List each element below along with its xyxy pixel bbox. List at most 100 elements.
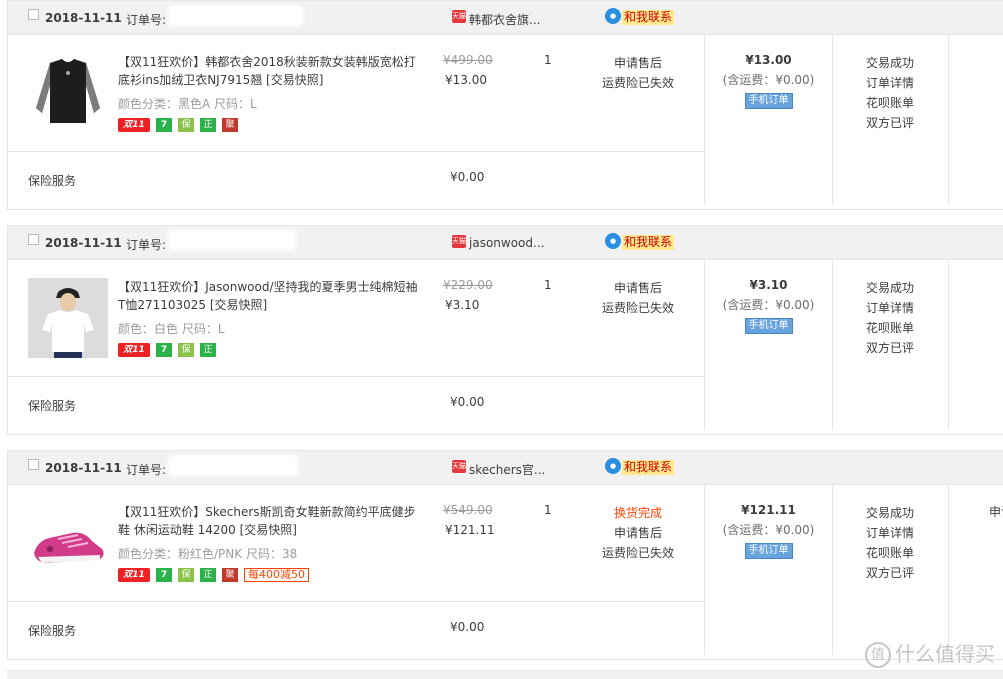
product-thumbnail[interactable] [28,278,108,358]
authentic-icon: 正 [200,568,216,582]
order-number-label: 订单号: [126,238,167,252]
seven-day-return-icon: 7 [156,118,172,132]
guarantee-icon: 保 [178,568,194,582]
order-number-label: 订单号: [126,463,167,477]
product-attributes: 颜色：白色 尺码：L [118,322,225,336]
order-date: 2018-11-11 [45,236,122,250]
shipping-fee: (含运费：¥0.00) [722,73,815,87]
order-header: 2018-11-11 订单号: 天猫 skechers官... ● 和我联系 [8,451,1003,485]
order-total-column: ¥3.10 (含运费：¥0.00) 手机订单 [704,260,832,430]
exchange-complete-status: 换货完成 [613,506,662,520]
insurance-service-row: 保险服务 ¥0.00 [8,377,704,429]
seven-day-return-icon: 7 [156,343,172,357]
order-total: ¥121.11 [741,503,796,517]
order-operation-column [948,35,1003,205]
shop-name-link[interactable]: 韩都衣舍旗... [469,11,540,28]
double11-badge-icon: 双11 [118,568,150,582]
contact-seller-link[interactable]: 和我联系 [622,10,675,25]
original-price: ¥229.00 [443,278,493,292]
mobile-order-badge: 手机订单 [744,318,793,334]
product-attributes: 颜色分类：黑色A 尺码：L [118,97,257,111]
juhuasuan-icon: 聚 [222,118,238,132]
after-sale-actions: 申请售后 运费险已失效 [598,278,678,318]
shipping-insurance-status: 运费险已失效 [601,301,674,315]
guarantee-icon: 保 [178,118,194,132]
double11-badge-icon: 双11 [118,118,150,132]
product-title-link[interactable]: 【双11狂欢价】Jasonwood/坚持我的夏季男士纯棉短袖T恤27110302… [118,278,418,314]
product-attributes: 颜色分类：粉红色/PNK 尺码：38 [118,547,298,561]
order-item-row: 【双11狂欢价】Jasonwood/坚持我的夏季男士纯棉短袖T恤27110302… [8,260,704,377]
product-thumbnail[interactable] [28,503,108,583]
product-title-link[interactable]: 【双11狂欢价】韩都衣舍2018秋装新款女装韩版宽松打底衫ins加绒卫衣NJ79… [118,53,418,89]
order-header: 2018-11-11 订单号: 天猫 jasonwood... ● 和我联系 [8,226,1003,260]
insurance-service-price: ¥0.00 [450,395,485,409]
product-title-link[interactable]: 【双11狂欢价】Skechers斯凯奇女鞋新款简约平底健步鞋 休闲运动鞋 142… [118,503,418,539]
shop-name-link[interactable]: jasonwood... [469,236,544,250]
quantity: 1 [544,503,552,517]
product-tags: 双11 7 保正聚 [118,118,244,134]
unit-price: ¥121.11 [445,523,495,537]
order-total-column: ¥13.00 (含运费：¥0.00) 手机订单 [704,35,832,205]
operation-link[interactable]: 申请 [989,503,1003,520]
order-operation-column: 申请 [948,485,1003,655]
shipping-insurance-status: 运费险已失效 [601,546,674,560]
insurance-service-row: 保险服务 ¥0.00 [8,152,704,204]
product-tags: 双11 7 保正聚每400减50 [118,568,315,584]
shop-name-link[interactable]: skechers官... [469,461,545,478]
order-number-label: 订单号: [126,13,167,27]
order-header: 2018-11-11 订单号: 天猫 韩都衣舍旗... ● 和我联系 [8,1,1003,35]
order-checkbox[interactable] [28,9,39,20]
original-price: ¥499.00 [443,53,493,67]
redacted-order-number [168,455,298,476]
order-checkbox[interactable] [28,459,39,470]
contact-seller-link[interactable]: 和我联系 [622,235,675,250]
authentic-icon: 正 [200,343,216,357]
contact-seller-link[interactable]: 和我联系 [622,460,675,475]
product-tags: 双11 7 保正 [118,343,222,359]
mobile-order-badge: 手机订单 [744,93,793,109]
watermark-text: 什么值得买 [895,641,995,666]
product-thumbnail[interactable] [28,53,108,133]
order-date: 2018-11-11 [45,461,122,475]
juhuasuan-icon: 聚 [222,568,238,582]
after-sale-actions: 换货完成 申请售后 运费险已失效 [598,503,678,563]
order-item-row: 【双11狂欢价】韩都衣舍2018秋装新款女装韩版宽松打底衫ins加绒卫衣NJ79… [8,35,704,152]
authentic-icon: 正 [200,118,216,132]
mobile-order-badge: 手机订单 [744,543,793,559]
wangwang-chat-icon[interactable]: ● [605,8,621,24]
after-sale-actions: 申请售后 运费险已失效 [598,53,678,93]
original-price: ¥549.00 [443,503,493,517]
wangwang-chat-icon[interactable]: ● [605,233,621,249]
order-status-column: 交易成功 订单详情 花呗账单 双方已评 [832,485,948,655]
order-item-row: 【双11狂欢价】Skechers斯凯奇女鞋新款简约平底健步鞋 休闲运动鞋 142… [8,485,704,602]
apply-after-sale-link[interactable]: 申请售后 [598,278,678,298]
promo-badge: 每400减50 [244,568,309,582]
insurance-service-price: ¥0.00 [450,620,485,634]
order-operation-column [948,260,1003,430]
quantity: 1 [544,278,552,292]
apply-after-sale-link[interactable]: 申请售后 [598,523,678,543]
guarantee-icon: 保 [178,343,194,357]
quantity: 1 [544,53,552,67]
insurance-service-row: 保险服务 ¥0.00 [8,602,704,654]
redacted-order-number [168,230,296,251]
shipping-insurance-status: 运费险已失效 [601,76,674,90]
wangwang-chat-icon[interactable]: ● [605,458,621,474]
insurance-service-label: 保险服务 [28,174,77,188]
order-status-column: 交易成功 订单详情 花呗账单 双方已评 [832,35,948,205]
unit-price: ¥13.00 [445,73,487,87]
order-status-column: 交易成功 订单详情 花呗账单 双方已评 [832,260,948,430]
apply-after-sale-link[interactable]: 申请售后 [598,53,678,73]
redacted-order-number [168,5,303,26]
tmall-icon: 天猫 [452,460,466,473]
order-card: 2018-11-11 订单号: 天猫 jasonwood... ● 和我联系 【… [7,225,1003,435]
shipping-fee: (含运费：¥0.00) [722,523,815,537]
order-date: 2018-11-11 [45,11,122,25]
order-checkbox[interactable] [28,234,39,245]
unit-price: ¥3.10 [445,298,480,312]
shipping-fee: (含运费：¥0.00) [722,298,815,312]
insurance-service-price: ¥0.00 [450,170,485,184]
tmall-icon: 天猫 [452,10,466,23]
order-total: ¥13.00 [745,53,792,67]
order-card: 2018-11-11 订单号: 天猫 韩都衣舍旗... ● 和我联系 【双11狂… [7,0,1003,210]
